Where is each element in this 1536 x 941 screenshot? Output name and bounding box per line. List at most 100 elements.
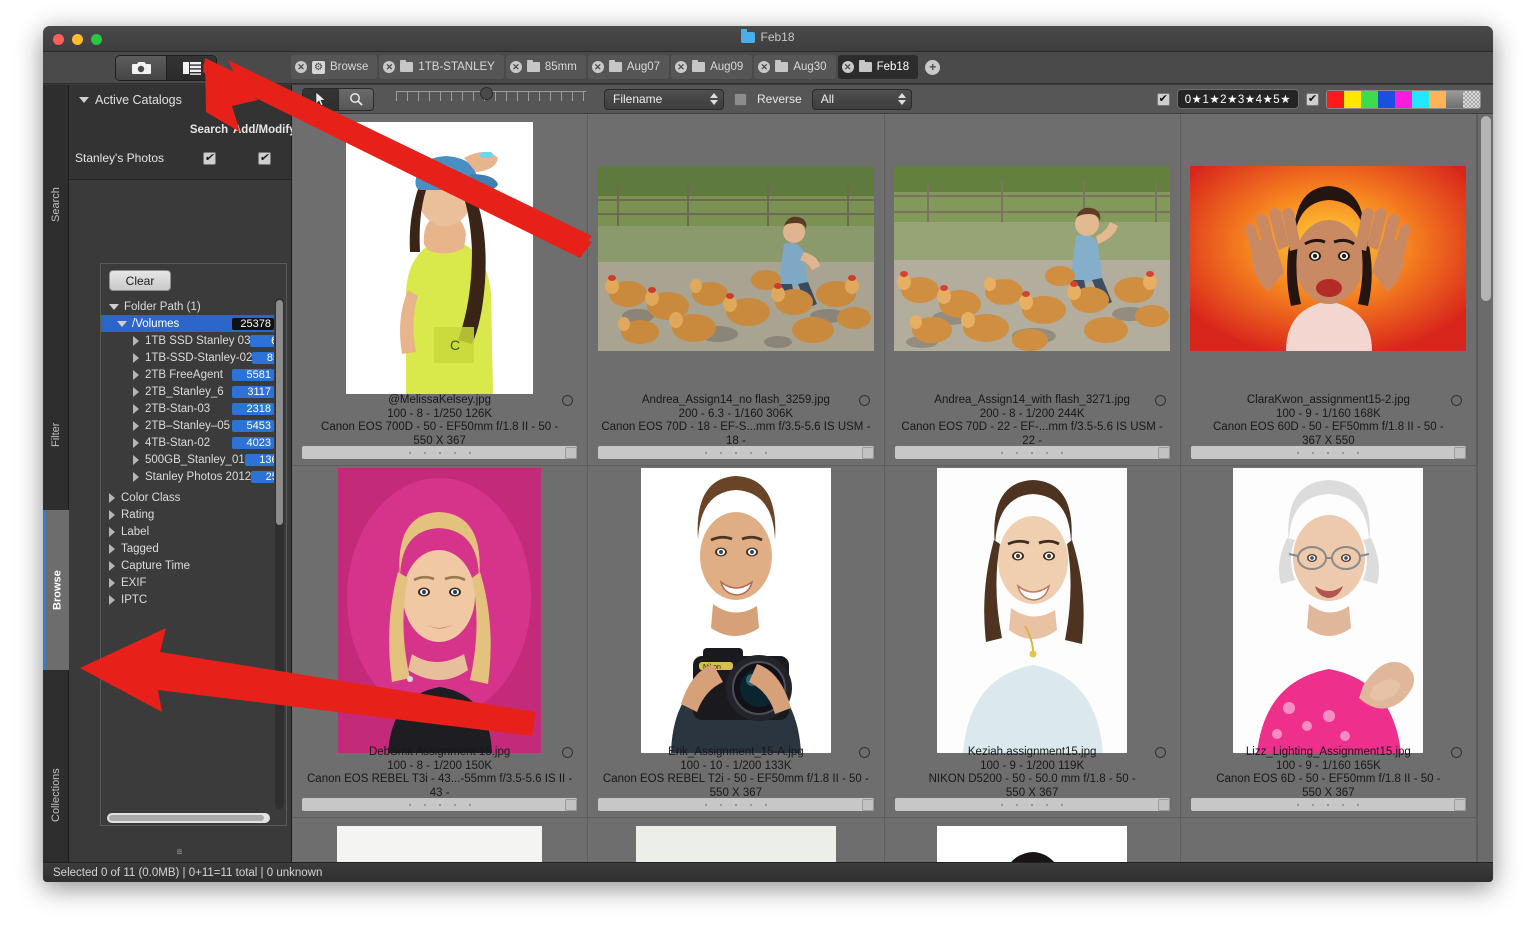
tree-item-2tb-stanley-05[interactable]: 2TB–Stanley–05 5453 (101, 417, 274, 434)
chevron-right-icon[interactable] (133, 420, 139, 431)
thumbnail-select-box[interactable] (1157, 447, 1170, 459)
thumbnail-cell[interactable] (292, 818, 589, 862)
add-tab-button[interactable]: + (925, 59, 941, 75)
close-icon[interactable]: ✕ (295, 61, 307, 73)
tree-item-stanley-photos-2012[interactable]: Stanley Photos 2012 2598 (101, 468, 274, 485)
label-circle-icon[interactable] (858, 747, 870, 758)
swatch-cyan[interactable] (1412, 90, 1429, 108)
close-icon[interactable]: ✕ (383, 61, 396, 73)
thumbnail-select-box[interactable] (565, 799, 578, 811)
swatch-yellow[interactable] (1344, 90, 1361, 108)
panel-resize-grip[interactable]: ≡ (177, 847, 184, 858)
chevron-right-icon[interactable] (109, 560, 115, 571)
tree-item-2tb-freeagent[interactable]: 2TB FreeAgent 5581 (101, 366, 274, 383)
thumbnail-select-box[interactable] (565, 447, 578, 459)
chevron-right-icon[interactable] (133, 437, 139, 448)
filter-group-capture-time[interactable]: Capture Time (101, 557, 274, 574)
tab-1tb-stanley[interactable]: ✕ 1TB-STANLEY (379, 55, 504, 79)
chevron-right-icon[interactable] (133, 403, 139, 414)
tab-browse[interactable]: ✕ ⚙ Browse (291, 55, 378, 79)
slider-knob[interactable] (480, 86, 493, 100)
swatch-gray[interactable] (1446, 90, 1463, 108)
view-mode-toggle[interactable] (115, 55, 217, 81)
sidebar-horizontal-scrollbar[interactable] (107, 813, 270, 823)
thumbnail-cell[interactable]: Andrea_Assign14_with flash_3271.jpg 200 … (884, 114, 1181, 466)
thumbnail-select-box[interactable] (1157, 799, 1170, 811)
list-view-button[interactable] (166, 56, 216, 80)
swatch-none[interactable] (1463, 90, 1480, 108)
sidebar-tab-search[interactable]: Search (43, 145, 69, 265)
sidebar-tab-collections[interactable]: Collections (43, 725, 69, 865)
filter-group-label[interactable]: Label (101, 523, 274, 540)
close-icon[interactable]: ✕ (591, 61, 604, 73)
sidebar-tab-filter[interactable]: Filter (43, 375, 69, 495)
thumbnail-cell[interactable]: Andrea_Assign14_no flash_3259.jpg 200 - … (588, 114, 885, 466)
filter-group-rating[interactable]: Rating (101, 506, 274, 523)
scrollbar-thumb[interactable] (1481, 116, 1491, 301)
tab-aug30[interactable]: ✕ Aug30 (754, 55, 836, 79)
chevron-right-icon[interactable] (109, 526, 115, 537)
tab-aug09[interactable]: ✕ Aug09 (671, 55, 753, 79)
filter-group-iptc[interactable]: IPTC (101, 591, 274, 608)
filter-group-color-class[interactable]: Color Class (101, 489, 274, 506)
label-circle-icon[interactable] (858, 395, 870, 406)
thumbnail-cell[interactable]: Keziah.assignment15.jpg 100 - 9 - 1/200 … (884, 466, 1181, 818)
thumbnail-rating-strip[interactable] (598, 798, 874, 811)
chevron-down-icon[interactable] (79, 97, 89, 103)
swatch-red[interactable] (1327, 90, 1344, 108)
swatch-green[interactable] (1361, 90, 1378, 108)
label-circle-icon[interactable] (1451, 747, 1462, 758)
filter-group-tagged[interactable]: Tagged (101, 540, 274, 557)
thumbnail-cell[interactable] (885, 818, 1181, 862)
tree-item-volumes[interactable]: /Volumes 25378 (101, 315, 274, 332)
chevron-right-icon[interactable] (133, 335, 139, 346)
folder-path-tree[interactable]: Folder Path (1) /Volumes 25378 1TB SSD S… (101, 298, 274, 811)
color-swatch-filter[interactable] (1326, 89, 1481, 109)
scrollbar-thumb[interactable] (109, 815, 264, 821)
tab-85mm[interactable]: ✕ 85mm (505, 55, 586, 79)
tree-item-2tb-stanley-6[interactable]: 2TB_Stanley_6 3117 (101, 383, 274, 400)
chevron-down-icon[interactable] (117, 320, 127, 327)
thumbnail-cell[interactable]: Nikon (588, 466, 885, 818)
tool-mode-group[interactable] (302, 87, 374, 111)
label-circle-icon[interactable] (1154, 747, 1166, 758)
tree-item-4tb-stan-02[interactable]: 4TB-Stan-02 4023 (101, 434, 274, 451)
tree-item-2tb-stan-03[interactable]: 2TB-Stan-03 2318 (101, 400, 274, 417)
tree-item-500gb-stanley-01[interactable]: 500GB_Stanley_01 1366 (101, 451, 274, 468)
chevron-right-icon[interactable] (133, 454, 139, 465)
chevron-right-icon[interactable] (109, 509, 115, 520)
rating-filter-checkbox[interactable]: ✔ (1156, 92, 1170, 106)
filter-group-exif[interactable]: EXIF (101, 574, 274, 591)
sort-select[interactable]: Filename (604, 88, 724, 110)
scrollbar-thumb[interactable] (276, 300, 283, 525)
thumbnail-select-box[interactable] (1454, 799, 1466, 811)
document-tabs[interactable]: ✕ ⚙ Browse ✕ 1TB-STANLEY ✕ 85mm ✕ Aug07 … (291, 55, 941, 79)
thumbnail-rating-strip[interactable] (1190, 446, 1466, 459)
close-icon[interactable]: ✕ (841, 61, 854, 73)
chevron-right-icon[interactable] (109, 492, 115, 503)
thumbnail-rating-strip[interactable] (302, 446, 578, 459)
chevron-right-icon[interactable] (133, 386, 139, 397)
clear-button[interactable]: Clear (109, 270, 171, 291)
tree-item-1tb-ssd-stanley-02[interactable]: 1TB-SSD-Stanley-02 8533 (101, 349, 274, 366)
thumbnail-cell[interactable] (588, 818, 885, 862)
thumbnail-select-box[interactable] (861, 447, 874, 459)
swatch-orange[interactable] (1429, 90, 1446, 108)
close-icon[interactable]: ✕ (509, 61, 522, 73)
swatch-blue[interactable] (1378, 90, 1395, 108)
thumbnail-select-box[interactable] (861, 799, 874, 811)
zoom-tool-button[interactable] (338, 88, 373, 110)
tab-aug07[interactable]: ✕ Aug07 (587, 55, 670, 79)
catalog-search-checkbox[interactable]: ✔ (202, 152, 216, 165)
thumbnail-rating-strip[interactable] (894, 798, 1170, 811)
chevron-right-icon[interactable] (133, 471, 139, 482)
label-circle-icon[interactable] (1154, 395, 1166, 406)
rating-star-filter[interactable]: 0★1★2★3★4★5★ (1176, 89, 1299, 109)
thumbnail-cell[interactable]: ClaraKwon_assignment15-2.jpg 100 - 9 - 1… (1180, 114, 1477, 466)
label-circle-icon[interactable] (1451, 395, 1462, 406)
sidebar-tab-browse[interactable]: Browse (43, 510, 69, 670)
color-filter-checkbox[interactable]: ✔ (1306, 92, 1319, 106)
pointer-tool-button[interactable] (303, 88, 338, 110)
tab-feb18[interactable]: ✕ Feb18 (837, 55, 919, 79)
thumbnail-cell[interactable]: DebSmit Assignment 15.jpg 100 - 8 - 1/20… (292, 466, 589, 818)
